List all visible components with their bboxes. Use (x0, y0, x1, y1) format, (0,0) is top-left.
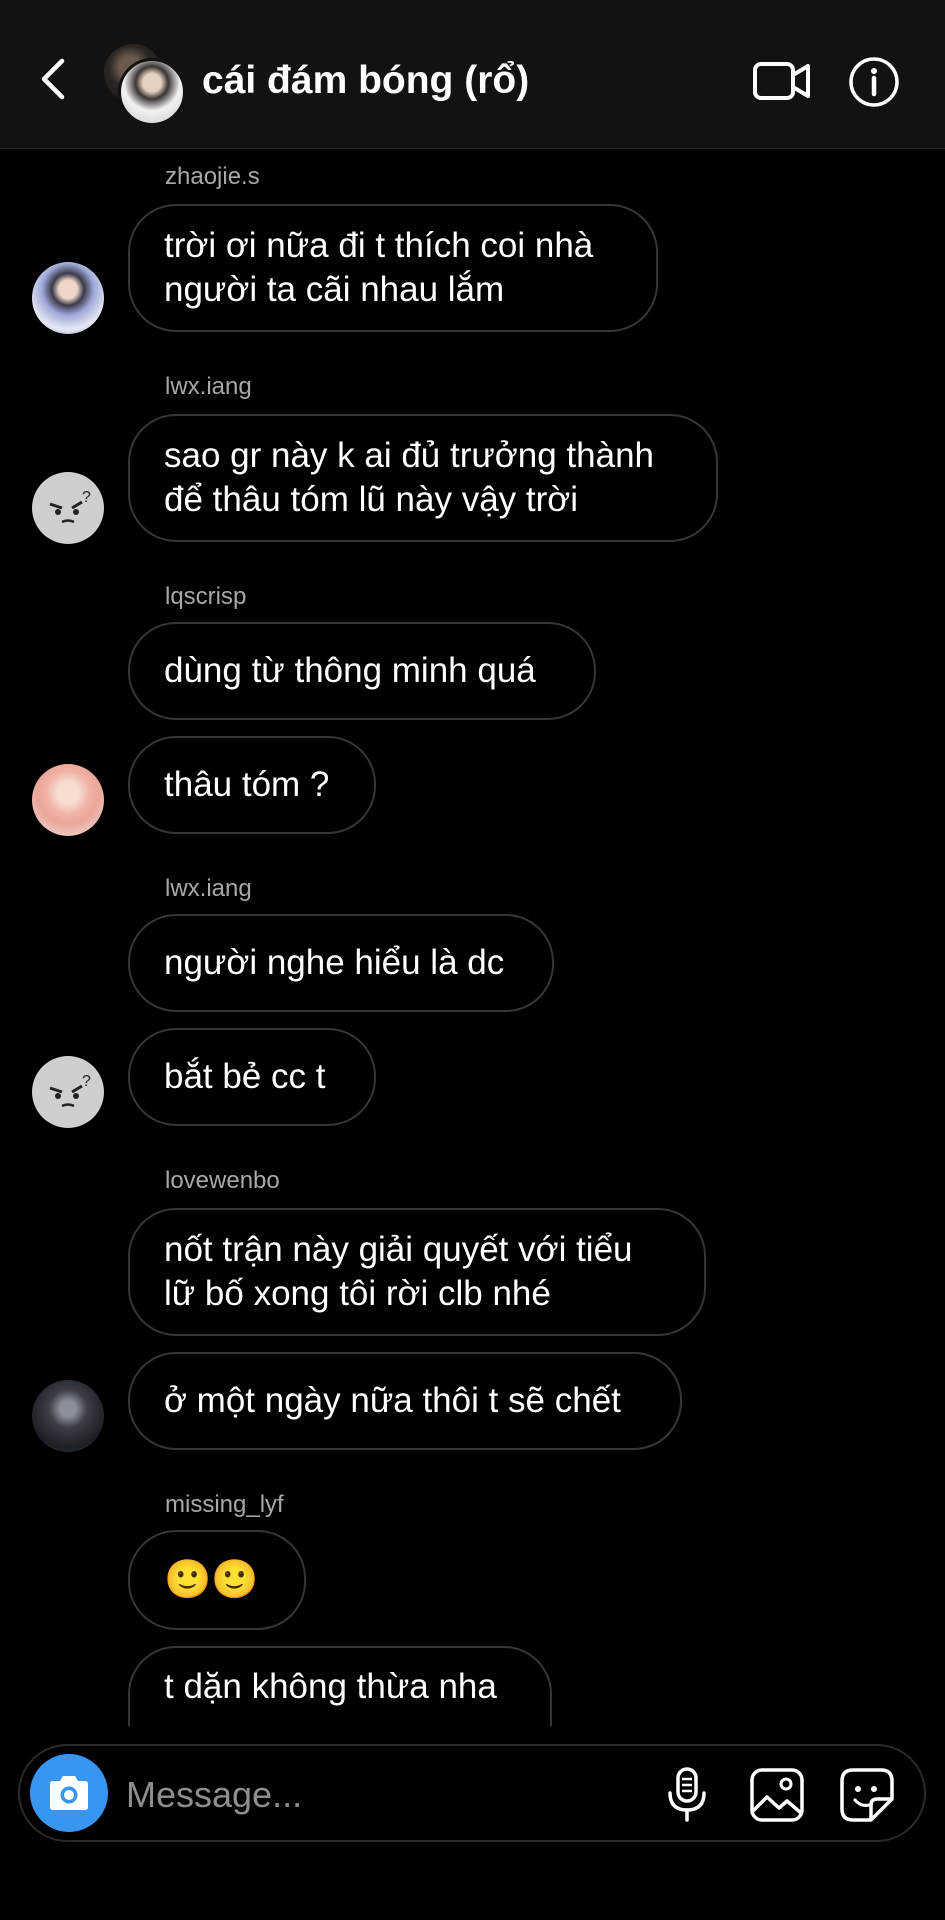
sender-username[interactable]: zhaojie.s (165, 162, 260, 192)
message-text: bắt bẻ cc t (164, 1057, 326, 1096)
voice-message-button[interactable] (658, 1766, 716, 1824)
video-call-button[interactable] (752, 56, 812, 106)
message-input[interactable] (124, 1766, 628, 1824)
message-line: sao gr này k ai đủ trưởng thành (164, 436, 654, 475)
message-bubble[interactable]: trời ơi nữa đi t thích coi nhà người ta … (128, 204, 658, 332)
sender-username[interactable]: lqscrisp (165, 582, 246, 612)
back-button[interactable] (30, 56, 76, 102)
svg-text:?: ? (82, 1073, 91, 1090)
sticker-icon (840, 1768, 894, 1822)
sender-avatar[interactable] (32, 764, 104, 836)
gallery-icon (750, 1768, 804, 1822)
message-bubble[interactable]: 🙂🙂 (128, 1530, 306, 1630)
chat-header: cái đám bóng (rổ) (0, 0, 945, 149)
message-text: t dặn không thừa nha (164, 1667, 497, 1706)
sender-avatar[interactable]: ? (32, 1056, 104, 1128)
info-button[interactable] (848, 56, 900, 108)
sticker-button[interactable] (838, 1766, 896, 1824)
message-bubble[interactable]: t dặn không thừa nha (128, 1646, 552, 1726)
message-text: sao gr này k ai đủ trưởng thành để thâu … (164, 434, 654, 522)
sender-avatar[interactable] (32, 262, 104, 334)
sender-avatar[interactable]: ? (32, 472, 104, 544)
message-text: người nghe hiểu là dc (164, 943, 505, 982)
message-text: dùng từ thông minh quá (164, 651, 536, 690)
sender-username[interactable]: lwx.iang (165, 874, 252, 904)
sender-username[interactable]: lwx.iang (165, 372, 252, 402)
microphone-icon (668, 1767, 706, 1822)
message-bubble[interactable]: thâu tóm ? (128, 736, 376, 834)
sender-username[interactable]: missing_lyf (165, 1490, 284, 1520)
message-text: thâu tóm ? (164, 765, 330, 804)
message-bubble[interactable]: sao gr này k ai đủ trưởng thành để thâu … (128, 414, 718, 542)
message-bubble[interactable]: nốt trận này giải quyết với tiểu lữ bố x… (128, 1208, 706, 1336)
message-text: ở một ngày nữa thôi t sẽ chết (164, 1381, 621, 1420)
group-avatar[interactable] (104, 44, 186, 126)
video-call-icon (753, 62, 810, 100)
message-line: nốt trận này giải quyết với tiểu (164, 1230, 633, 1269)
info-icon (849, 57, 899, 107)
group-avatar-front (118, 58, 186, 126)
camera-button[interactable] (30, 1754, 108, 1832)
message-text: nốt trận này giải quyết với tiểu lữ bố x… (164, 1228, 633, 1316)
message-bubble[interactable]: dùng từ thông minh quá (128, 622, 596, 720)
angry-face-icon: ? (49, 1073, 91, 1108)
angry-face-icon: ? (49, 489, 91, 524)
message-text: 🙂🙂 (164, 1559, 259, 1601)
message-line: người ta cãi nhau lắm (164, 270, 505, 309)
chat-title[interactable]: cái đám bóng (rổ) (202, 56, 529, 106)
gallery-button[interactable] (748, 1766, 806, 1824)
message-bubble[interactable]: bắt bẻ cc t (128, 1028, 376, 1126)
message-composer (18, 1744, 926, 1842)
message-line: lữ bố xong tôi rời clb nhé (164, 1274, 551, 1313)
message-bubble[interactable]: ở một ngày nữa thôi t sẽ chết (128, 1352, 682, 1450)
chevron-left-icon (41, 58, 65, 100)
message-line: để thâu tóm lũ này vậy trời (164, 480, 578, 519)
message-line: trời ơi nữa đi t thích coi nhà (164, 226, 594, 265)
message-text: trời ơi nữa đi t thích coi nhà người ta … (164, 224, 593, 312)
sender-username[interactable]: lovewenbo (165, 1166, 280, 1196)
message-bubble[interactable]: người nghe hiểu là dc (128, 914, 554, 1012)
camera-icon (50, 1776, 88, 1810)
svg-text:?: ? (82, 489, 91, 506)
sender-avatar[interactable] (32, 1380, 104, 1452)
